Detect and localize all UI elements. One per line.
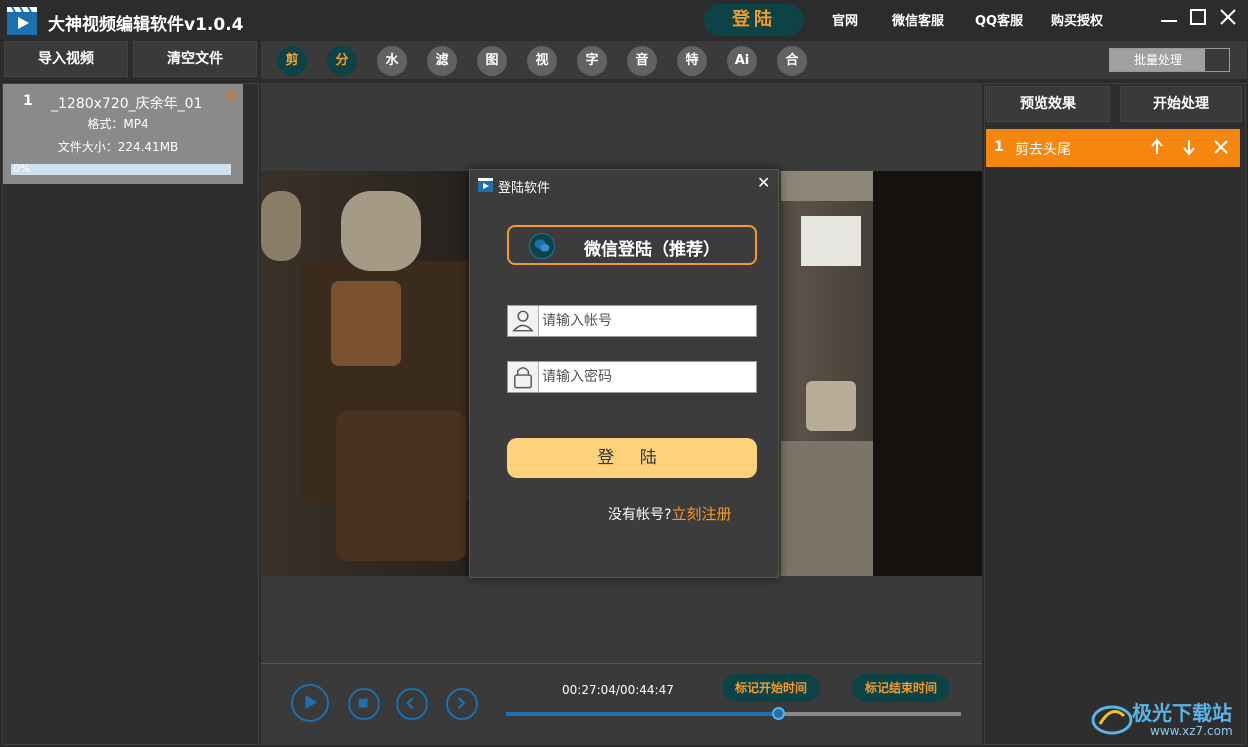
stop-icon[interactable] (348, 688, 380, 720)
official-site-link[interactable]: 官网 (832, 10, 858, 29)
dialog-title: 登陆软件 (498, 181, 551, 196)
tool-subtitle-button[interactable]: 字 (577, 46, 607, 76)
user-icon (508, 306, 539, 336)
dialog-close-icon[interactable]: ✕ (757, 173, 770, 192)
operation-label: 剪去头尾 (1015, 142, 1071, 158)
tool-audio-button[interactable]: 音 (627, 46, 657, 76)
qq-support-link[interactable]: QQ客服 (975, 10, 1023, 29)
batch-toggle[interactable]: 批量处理 (1109, 48, 1230, 72)
register-link[interactable]: 立刻注册 (671, 505, 731, 523)
maximize-icon[interactable] (1187, 6, 1209, 28)
tool-effects-button[interactable]: 特 (677, 46, 707, 76)
video-sack-shape (806, 381, 856, 431)
seek-track-fill (506, 712, 779, 716)
watermark-url: www.xz7.com (1150, 724, 1233, 738)
operation-index: 1 (994, 139, 1004, 155)
buy-license-link[interactable]: 购买授权 (1051, 10, 1103, 29)
remove-operation-icon[interactable] (1213, 137, 1229, 157)
video-pot-shape (341, 191, 421, 271)
minimize-icon[interactable] (1158, 6, 1180, 28)
app-title: 大神视频编辑软件v1.0.4 (48, 15, 244, 35)
tool-watermark-button[interactable]: 水 (377, 46, 407, 76)
preview-effect-button[interactable]: 预览效果 (986, 86, 1110, 122)
watermark-text: 极光下载站 (1132, 701, 1232, 725)
play-icon[interactable] (291, 684, 329, 722)
lock-icon (508, 362, 539, 392)
register-row: 没有帐号?立刻注册 (608, 503, 731, 524)
tool-cut-button[interactable]: 剪 (277, 46, 307, 76)
tool-merge-button[interactable]: 合 (777, 46, 807, 76)
tool-image-button[interactable]: 图 (477, 46, 507, 76)
tool-ai-button[interactable]: Ai (727, 46, 757, 76)
video-door-shape (873, 171, 982, 576)
mark-end-button[interactable]: 标记结束时间 (852, 674, 950, 702)
video-barrel-shape (336, 411, 466, 561)
file-progress-bar: 0% (11, 162, 231, 175)
account-input[interactable] (540, 306, 754, 336)
login-submit-button[interactable]: 登 陆 (507, 438, 757, 478)
file-index: 1 (23, 93, 33, 109)
close-window-icon[interactable] (1217, 6, 1239, 28)
mark-start-button[interactable]: 标记开始时间 (722, 674, 820, 702)
wechat-support-link[interactable]: 微信客服 (892, 10, 944, 29)
file-size: 文件大小：224.41MB (57, 140, 179, 154)
tool-filter-button[interactable]: 滤 (427, 46, 457, 76)
file-name: _1280x720_庆余年_01 (51, 96, 203, 112)
tool-split-button[interactable]: 分 (327, 46, 357, 76)
account-field[interactable] (507, 305, 757, 337)
import-video-button[interactable]: 导入视频 (4, 41, 128, 77)
video-curtain-shape (801, 216, 861, 266)
wechat-login-button[interactable]: 微信登陆（推荐） (507, 225, 757, 265)
video-basket-shape (331, 281, 401, 366)
operation-item[interactable]: 1 剪去头尾 (986, 129, 1240, 167)
remove-file-icon[interactable]: ✕ (224, 86, 237, 105)
seek-track[interactable] (506, 707, 961, 720)
move-down-icon[interactable] (1181, 137, 1197, 157)
prev-frame-icon[interactable] (396, 688, 428, 720)
title-bar: 大神视频编辑软件v1.0.4 登陆 官网 微信客服 QQ客服 购买授权 (0, 0, 1248, 40)
playback-time: 00:27:04/00:44:47 (562, 683, 674, 697)
top-login-button[interactable]: 登陆 (704, 4, 804, 36)
file-progress-text: 0% (13, 162, 31, 175)
batch-toggle-label: 批量处理 (1110, 49, 1206, 71)
video-jar-shape (261, 191, 301, 261)
operations-panel (984, 83, 1246, 745)
file-list-item[interactable]: 1 _1280x720_庆余年_01 ✕ 格式：MP4 文件大小：224.41M… (3, 84, 243, 184)
no-account-text: 没有帐号? (608, 507, 672, 523)
password-field[interactable] (507, 361, 757, 393)
wechat-icon (529, 233, 555, 259)
dialog-logo-icon (478, 178, 493, 192)
wechat-login-label: 微信登陆（推荐） (584, 240, 720, 260)
login-dialog: 登陆软件 ✕ 微信登陆（推荐） 登 陆 没有帐号?立刻注册 (469, 169, 779, 578)
file-format: 格式：MP4 (87, 117, 149, 131)
next-frame-icon[interactable] (446, 688, 478, 720)
app-logo-icon (7, 6, 37, 35)
password-input[interactable] (540, 362, 754, 392)
tool-video-button[interactable]: 视 (527, 46, 557, 76)
seek-handle[interactable] (772, 707, 785, 720)
clear-files-button[interactable]: 清空文件 (133, 41, 257, 77)
start-process-button[interactable]: 开始处理 (1120, 86, 1242, 122)
move-up-icon[interactable] (1149, 137, 1165, 157)
batch-toggle-knob (1205, 49, 1229, 71)
